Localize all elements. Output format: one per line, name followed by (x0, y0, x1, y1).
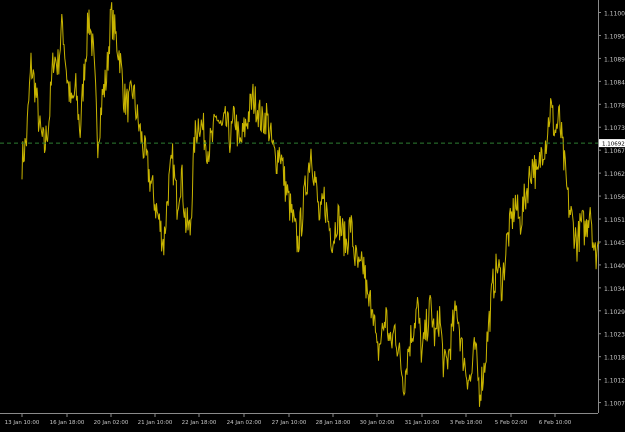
y-tick-label: 1.10125 (604, 378, 625, 385)
x-tick-label: 5 Feb 02:00 (495, 420, 528, 426)
x-tick-label: 6 Feb 10:00 (539, 420, 572, 426)
y-tick-label: 1.10785 (604, 102, 625, 109)
x-tick-label: 22 Jan 18:00 (182, 420, 217, 426)
x-tick-label: 30 Jan 02:00 (360, 420, 395, 426)
x-tick-label: 27 Jan 10:00 (272, 420, 307, 426)
y-tick-label: 1.10565 (604, 194, 625, 201)
y-tick-label: 1.10070 (604, 401, 625, 408)
x-tick-label: 31 Jan 10:00 (405, 420, 440, 426)
y-tick-label: 1.10730 (604, 125, 625, 132)
price-chart-svg[interactable]: 1.11005 1.10950 1.10895 1.10840 1.10785 1.107… (0, 0, 625, 428)
x-tick-label: 16 Jan 18:00 (50, 420, 85, 426)
price-chart[interactable]: 1.11005 1.10950 1.10895 1.10840 1.10785 1.107… (0, 0, 625, 428)
y-tick-label: 1.10455 (604, 240, 625, 247)
x-tick-label: 13 Jan 10:00 (5, 420, 40, 426)
x-tick-label: 3 Feb 18:00 (450, 420, 483, 426)
y-tick-label: 1.10840 (604, 79, 625, 86)
y-tick-label: 1.10180 (604, 355, 625, 362)
current-price-label: 1.10692 (602, 142, 625, 148)
y-tick-label: 1.10400 (604, 263, 625, 270)
y-tick-label: 1.10620 (604, 171, 625, 178)
y-tick-label: 1.10950 (604, 33, 625, 40)
y-tick-label: 1.10895 (604, 56, 625, 63)
x-tick-label: 20 Jan 02:00 (94, 420, 129, 426)
y-tick-label: 1.10235 (604, 332, 625, 339)
x-tick-label: 24 Jan 02:00 (227, 420, 262, 426)
y-tick-label: 1.10675 (604, 148, 625, 155)
y-tick-label: 1.10290 (604, 309, 625, 316)
y-tick-label: 1.11005 (604, 11, 625, 18)
chart-background (0, 0, 625, 428)
y-tick-label: 1.10345 (604, 286, 625, 293)
y-tick-label: 1.10510 (604, 217, 625, 224)
x-tick-label: 28 Jan 18:00 (316, 420, 351, 426)
x-tick-label: 21 Jan 10:00 (138, 420, 173, 426)
